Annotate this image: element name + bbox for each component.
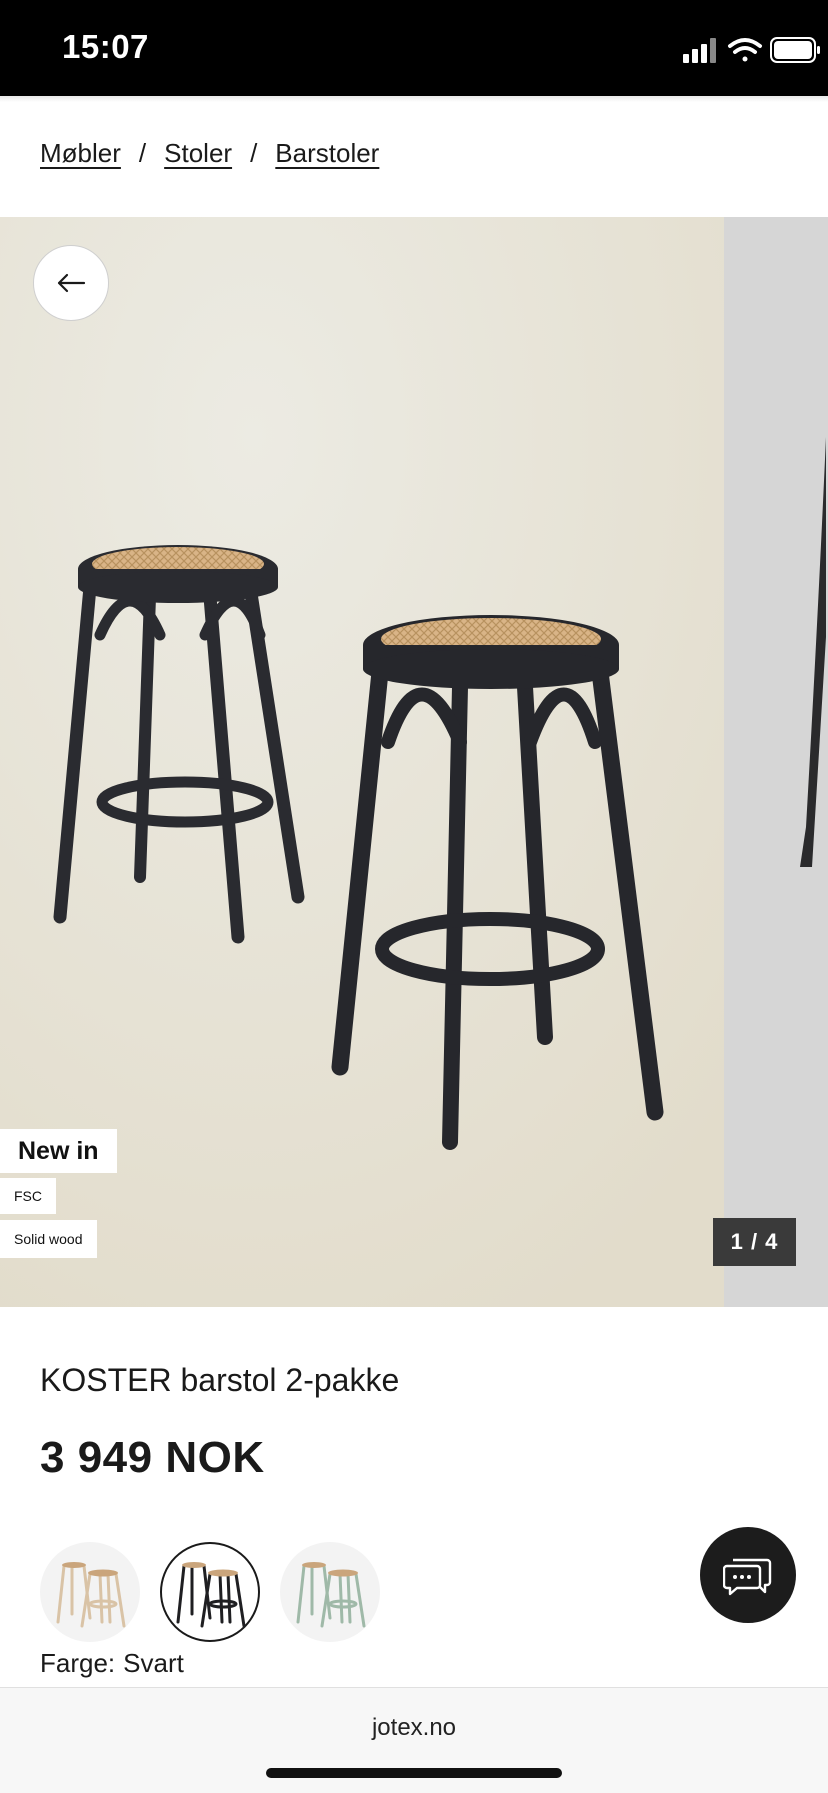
status-bar: 15:07: [0, 0, 828, 96]
image-counter: 1 / 4: [713, 1218, 796, 1266]
new-in-badge: New in: [0, 1129, 117, 1173]
back-button[interactable]: [33, 245, 109, 321]
breadcrumb-barstoler[interactable]: Barstoler: [275, 138, 379, 168]
breadcrumb: Møbler / Stoler / Barstoler: [40, 138, 379, 169]
stool-thumbnail: [296, 1562, 366, 1628]
status-icons: [628, 32, 828, 68]
wifi-icon: [728, 38, 762, 62]
color-value: Svart: [123, 1648, 184, 1678]
breadcrumb-separator: /: [250, 138, 258, 168]
stool-thumbnail: [56, 1562, 126, 1628]
status-time: 15:07: [62, 28, 149, 65]
home-indicator[interactable]: [266, 1768, 562, 1778]
chat-icon: [723, 1558, 772, 1596]
chat-button[interactable]: [700, 1527, 796, 1623]
stool-thumbnail: [176, 1562, 246, 1628]
color-label: Farge: Svart: [40, 1648, 184, 1679]
product-title: KOSTER barstol 2-pakke: [40, 1362, 400, 1398]
color-swatch-natural[interactable]: [40, 1542, 140, 1642]
product-image: [0, 217, 828, 1307]
fsc-badge: FSC: [0, 1178, 56, 1214]
product-image-gallery[interactable]: [0, 217, 828, 1307]
url-text[interactable]: jotex.no: [0, 1714, 828, 1742]
browser-url-bar[interactable]: jotex.no: [0, 1687, 828, 1793]
battery-icon: [770, 37, 820, 63]
signal-icon: [683, 38, 716, 63]
color-swatch-black[interactable]: [160, 1542, 260, 1642]
arrow-left-icon: [57, 273, 86, 293]
color-swatch-green[interactable]: [280, 1542, 380, 1642]
breadcrumb-stoler[interactable]: Stoler: [164, 138, 232, 168]
color-label-text: Farge:: [40, 1648, 116, 1678]
breadcrumb-separator: /: [138, 138, 147, 168]
product-price: 3 949 NOK: [40, 1433, 265, 1482]
breadcrumb-mobler[interactable]: Møbler: [40, 138, 121, 168]
header-divider: [0, 96, 828, 102]
solid-wood-badge: Solid wood: [0, 1220, 97, 1258]
